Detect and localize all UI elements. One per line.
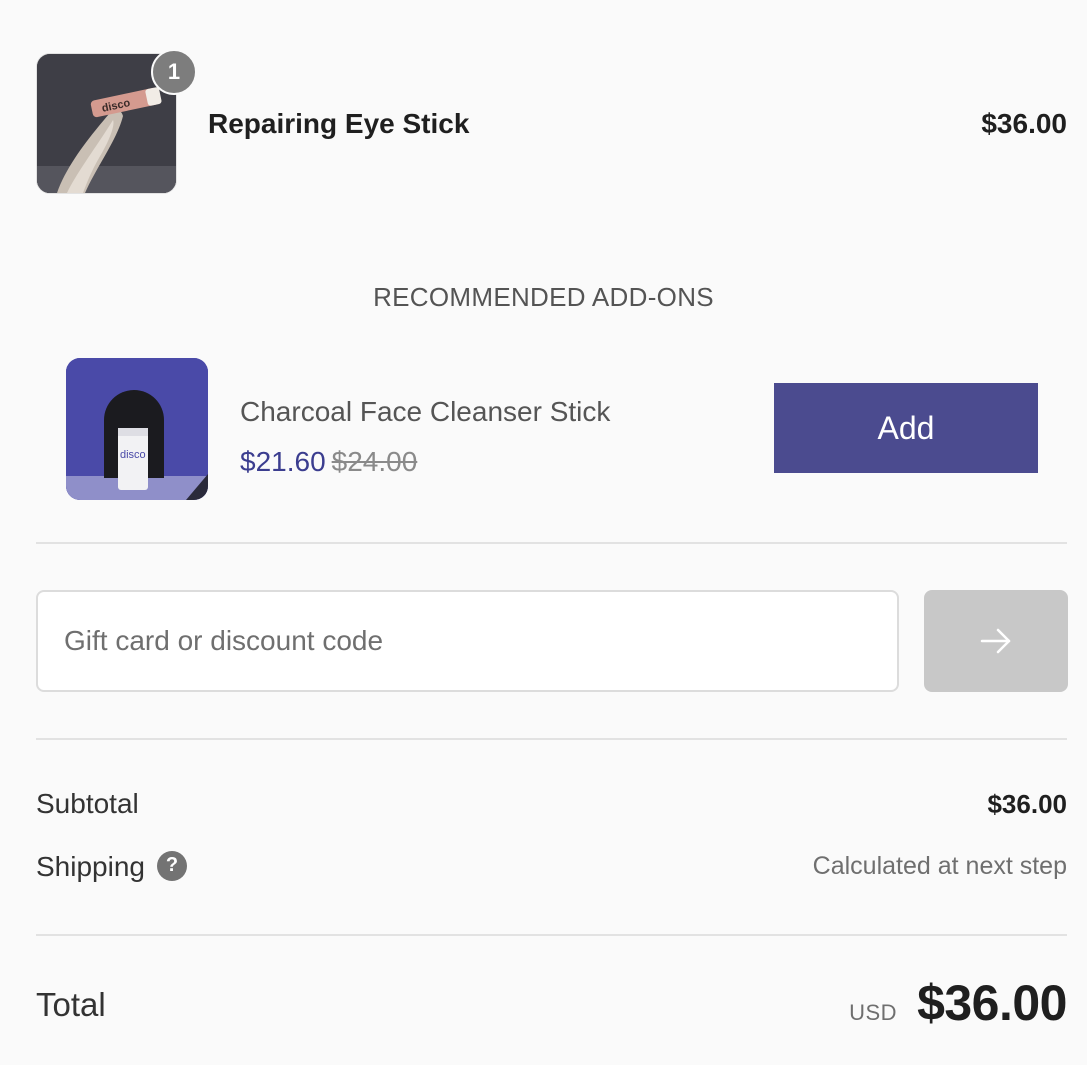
shipping-label-group: Shipping? (36, 850, 187, 884)
divider (36, 934, 1067, 936)
divider (36, 738, 1067, 740)
addon-original-price: $24.00 (331, 446, 418, 477)
add-addon-button[interactable]: Add (774, 383, 1038, 473)
addon-image: disco (66, 358, 208, 500)
total-label: Total (36, 986, 106, 1023)
addon-product-name: Charcoal Face Cleanser Stick (240, 396, 611, 427)
divider (36, 542, 1067, 544)
product-name: Repairing Eye Stick (208, 108, 470, 139)
addon-price-group: $21.60 $24.00 (240, 446, 417, 478)
addon-sale-price: $21.60 (240, 446, 326, 477)
discount-code-input[interactable] (36, 590, 899, 692)
product-price: $36.00 (981, 108, 1067, 139)
currency-code: USD (849, 1000, 898, 1025)
addon-image-brand: disco (120, 449, 146, 461)
shipping-label: Shipping (36, 851, 145, 882)
shipping-value: Calculated at next step (812, 852, 1067, 880)
order-summary: disco 1 Repairing Eye Stick $36.00 RECOM… (0, 0, 1087, 1065)
total-value: $36.00 (917, 975, 1067, 1031)
total-value-group: USD $36.00 (849, 974, 1067, 1032)
question-circle-icon[interactable]: ? (156, 850, 187, 881)
addon-thumbnail: disco (66, 358, 208, 500)
quantity-badge: 1 (151, 49, 197, 95)
subtotal-label: Subtotal (36, 788, 139, 819)
cart-line-item: disco 1 Repairing Eye Stick $36.00 (36, 38, 1067, 196)
arrow-right-icon (980, 628, 1011, 654)
product-thumbnail-wrapper: disco 1 (36, 49, 197, 194)
apply-discount-button[interactable] (924, 590, 1068, 692)
subtotal-value: $36.00 (987, 789, 1067, 819)
recommended-addons-heading: RECOMMENDED ADD-ONS (373, 282, 714, 312)
